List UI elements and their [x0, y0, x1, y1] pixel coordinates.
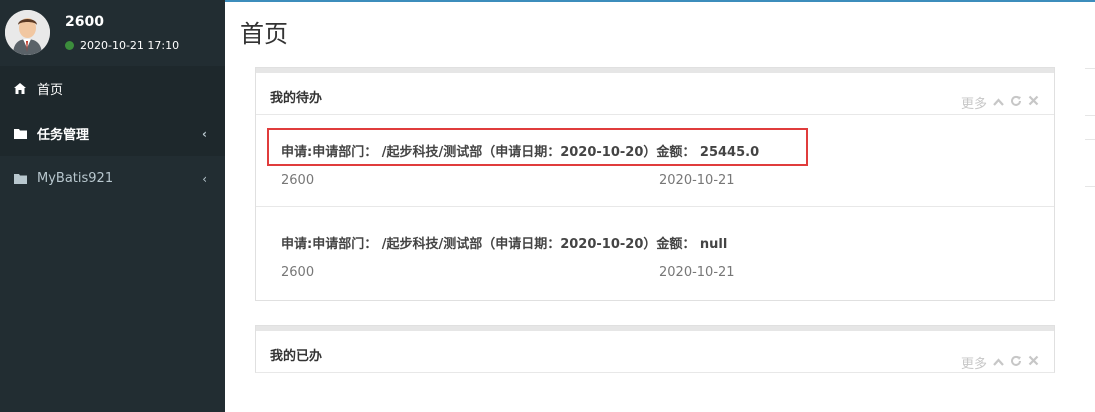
- divider: [1085, 68, 1095, 69]
- folder-icon: [13, 128, 27, 139]
- todo-date: 2020-10-21: [659, 173, 735, 188]
- box-header: 我的待办 更多: [256, 73, 1054, 115]
- chevron-left-icon[interactable]: ‹: [202, 127, 207, 141]
- avatar: [5, 10, 50, 55]
- todo-user: 2600: [281, 173, 315, 188]
- user-name: 2600: [65, 14, 104, 30]
- user-panel: 2600 2020-10-21 17:10: [0, 0, 225, 66]
- page-title: 首页: [240, 20, 288, 48]
- todo-box: 我的待办 更多 申请:申请部门： /起步科技/测试部（申请日期：2020-10-…: [255, 67, 1055, 301]
- folder-icon: [13, 173, 27, 184]
- divider: [1085, 139, 1095, 140]
- todo-item[interactable]: 申请:申请部门： /起步科技/测试部（申请日期：2020-10-20）金额： 2…: [256, 115, 1054, 207]
- top-border: [225, 0, 1095, 2]
- box-tools: 更多: [961, 353, 1039, 372]
- todo-title[interactable]: 申请:申请部门： /起步科技/测试部（申请日期：2020-10-20）金额： n…: [281, 233, 727, 252]
- todo-title[interactable]: 申请:申请部门： /起步科技/测试部（申请日期：2020-10-20）金额： 2…: [281, 141, 759, 160]
- divider: [1085, 186, 1095, 187]
- sidebar-item-mybatis[interactable]: MyBatis921 ‹: [0, 156, 225, 201]
- sidebar-item-label: MyBatis921: [37, 171, 114, 186]
- box-header: 我的已办 更多: [256, 331, 1054, 373]
- chevron-left-icon[interactable]: ‹: [202, 172, 207, 186]
- more-link[interactable]: 更多: [961, 93, 987, 112]
- done-box: 我的已办 更多: [255, 325, 1055, 373]
- login-datetime: 2020-10-21 17:10: [80, 39, 180, 52]
- todo-user: 2600: [281, 265, 315, 280]
- sidebar-item-label: 首页: [37, 83, 64, 98]
- sidebar-item-task-management[interactable]: 任务管理 ‹: [0, 111, 225, 156]
- more-link[interactable]: 更多: [961, 353, 987, 372]
- close-icon[interactable]: [1028, 95, 1039, 110]
- sidebar-item-label: 任务管理: [37, 128, 90, 143]
- done-box-title: 我的已办: [270, 349, 323, 364]
- todo-item[interactable]: 申请:申请部门： /起步科技/测试部（申请日期：2020-10-20）金额： n…: [256, 207, 1054, 299]
- collapse-icon[interactable]: [993, 95, 1004, 110]
- user-status: 2020-10-21 17:10: [65, 39, 179, 52]
- close-icon[interactable]: [1028, 355, 1039, 370]
- todo-box-title: 我的待办: [270, 91, 323, 106]
- collapse-icon[interactable]: [993, 355, 1004, 370]
- refresh-icon[interactable]: [1010, 355, 1022, 371]
- online-status-icon: [65, 41, 74, 50]
- refresh-icon[interactable]: [1010, 95, 1022, 111]
- sidebar-item-home[interactable]: 首页: [0, 66, 225, 111]
- box-tools: 更多: [961, 93, 1039, 112]
- home-icon: [13, 83, 27, 94]
- divider: [1085, 115, 1095, 116]
- todo-date: 2020-10-21: [659, 265, 735, 280]
- main-content: 首页 我的待办 更多 申请:申请部门： /起步科技/测试部（申请日期：2020-…: [225, 0, 1095, 412]
- sidebar: 2600 2020-10-21 17:10 首页 任务管理 ‹ MyBatis9…: [0, 0, 225, 412]
